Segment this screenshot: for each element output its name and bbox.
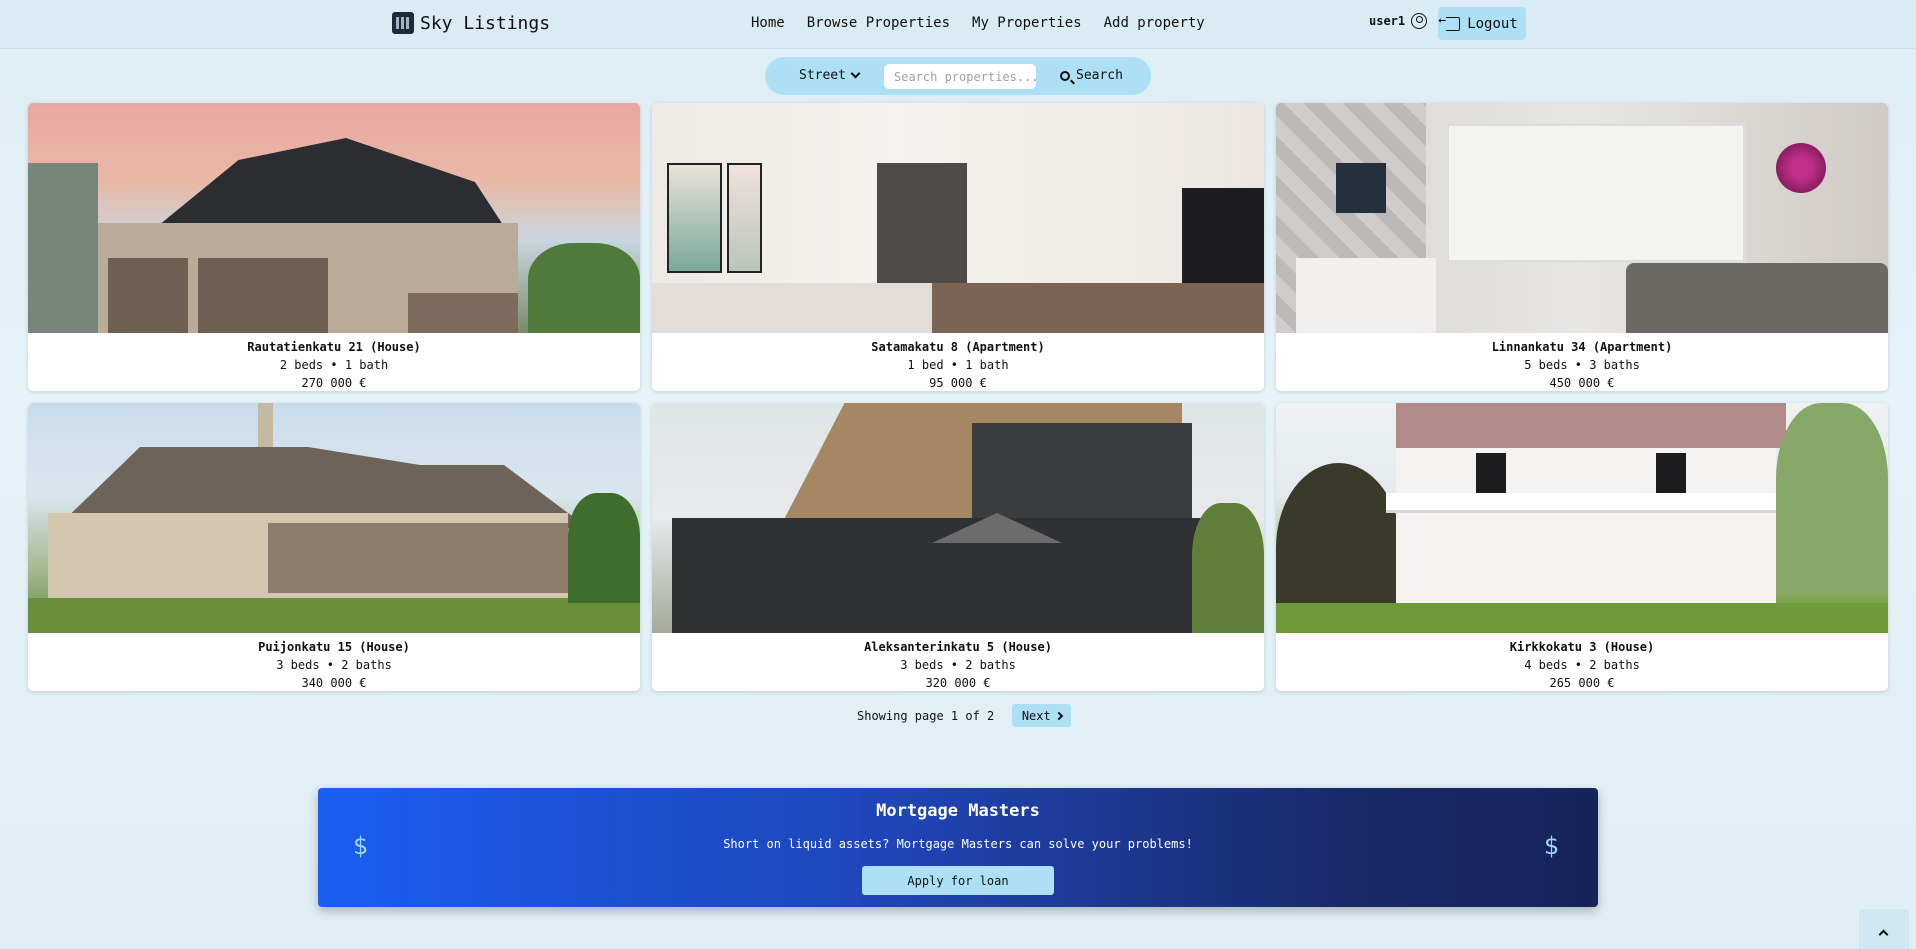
listing-photo	[652, 403, 1264, 633]
listing-photo	[1276, 103, 1888, 333]
listing-price: 450 000 €	[1549, 376, 1615, 390]
search-field-value: Street	[799, 68, 846, 83]
next-label: Next	[1021, 708, 1051, 723]
listing-photo	[1276, 403, 1888, 633]
brand-link[interactable]: Sky Listings	[392, 12, 550, 34]
mortgage-ad-banner: $ Mortgage Masters Short on liquid asset…	[318, 788, 1598, 907]
listing-price: 265 000 €	[1549, 676, 1615, 690]
user-menu[interactable]: user1	[1369, 13, 1428, 29]
search-button[interactable]: Search	[1060, 68, 1123, 83]
nav-add-property[interactable]: Add property	[1104, 15, 1205, 31]
apply-loan-button[interactable]: Apply for loan	[862, 866, 1054, 895]
logout-label: Logout	[1467, 15, 1518, 32]
logout-button[interactable]: Logout	[1438, 7, 1526, 40]
search-button-label: Search	[1076, 68, 1123, 83]
listing-card[interactable]: Linnankatu 34 (Apartment) 5 beds • 3 bat…	[1276, 103, 1888, 391]
search-field-select[interactable]: Street	[799, 68, 861, 83]
listing-photo	[28, 403, 640, 633]
logout-icon	[1438, 13, 1461, 31]
search-icon	[1060, 70, 1070, 81]
listing-rooms: 4 beds • 2 baths	[1524, 658, 1640, 672]
listing-title: Satamakatu 8 (Apartment)	[871, 340, 1045, 354]
listing-price: 270 000 €	[301, 376, 367, 390]
nav-home[interactable]: Home	[751, 15, 785, 31]
listing-price: 320 000 €	[925, 676, 991, 690]
listing-card[interactable]: Puijonkatu 15 (House) 3 beds • 2 baths 3…	[28, 403, 640, 691]
scroll-to-top-button[interactable]	[1859, 909, 1909, 949]
user-circle-icon	[1411, 13, 1428, 29]
top-navbar: Sky Listings Home Browse Properties My P…	[0, 0, 1916, 49]
main-nav: Home Browse Properties My Properties Add…	[751, 15, 1227, 31]
search-bar: Street Search	[765, 57, 1151, 95]
dollar-icon: $	[1544, 832, 1560, 860]
search-input[interactable]	[884, 64, 1036, 89]
listing-photo	[28, 103, 640, 333]
ad-title: Mortgage Masters	[876, 801, 1040, 821]
listing-price: 95 000 €	[929, 376, 987, 390]
listing-rooms: 1 bed • 1 bath	[907, 358, 1009, 372]
listing-title: Aleksanterinkatu 5 (House)	[864, 640, 1052, 654]
building-icon	[392, 12, 414, 34]
listing-card[interactable]: Aleksanterinkatu 5 (House) 3 beds • 2 ba…	[652, 403, 1264, 691]
listing-rooms: 5 beds • 3 baths	[1524, 358, 1640, 372]
listing-title: Linnankatu 34 (Apartment)	[1491, 340, 1673, 354]
pagination: Showing page 1 of 2 Next	[857, 704, 1072, 727]
chevron-up-icon	[1878, 929, 1889, 940]
next-page-button[interactable]: Next	[1012, 704, 1072, 727]
listing-card[interactable]: Satamakatu 8 (Apartment) 1 bed • 1 bath …	[652, 103, 1264, 391]
brand-name: Sky Listings	[420, 12, 551, 34]
listing-rooms: 3 beds • 2 baths	[900, 658, 1016, 672]
listing-price: 340 000 €	[301, 676, 367, 690]
listing-card[interactable]: Kirkkokatu 3 (House) 4 beds • 2 baths 26…	[1276, 403, 1888, 691]
chevron-right-icon	[1054, 711, 1063, 720]
listing-photo	[652, 103, 1264, 333]
chevron-down-icon	[850, 68, 861, 79]
listing-title: Rautatienkatu 21 (House)	[247, 340, 421, 354]
listing-rooms: 3 beds • 2 baths	[276, 658, 392, 672]
listing-title: Kirkkokatu 3 (House)	[1509, 640, 1655, 654]
ad-text: Short on liquid assets? Mortgage Masters…	[723, 837, 1193, 851]
listing-rooms: 2 beds • 1 bath	[279, 358, 389, 372]
listing-title: Puijonkatu 15 (House)	[258, 640, 410, 654]
username: user1	[1369, 14, 1406, 28]
listing-card[interactable]: Rautatienkatu 21 (House) 2 beds • 1 bath…	[28, 103, 640, 391]
page-indicator: Showing page 1 of 2	[857, 708, 995, 723]
nav-my-properties[interactable]: My Properties	[972, 15, 1082, 31]
nav-browse-properties[interactable]: Browse Properties	[807, 15, 950, 31]
